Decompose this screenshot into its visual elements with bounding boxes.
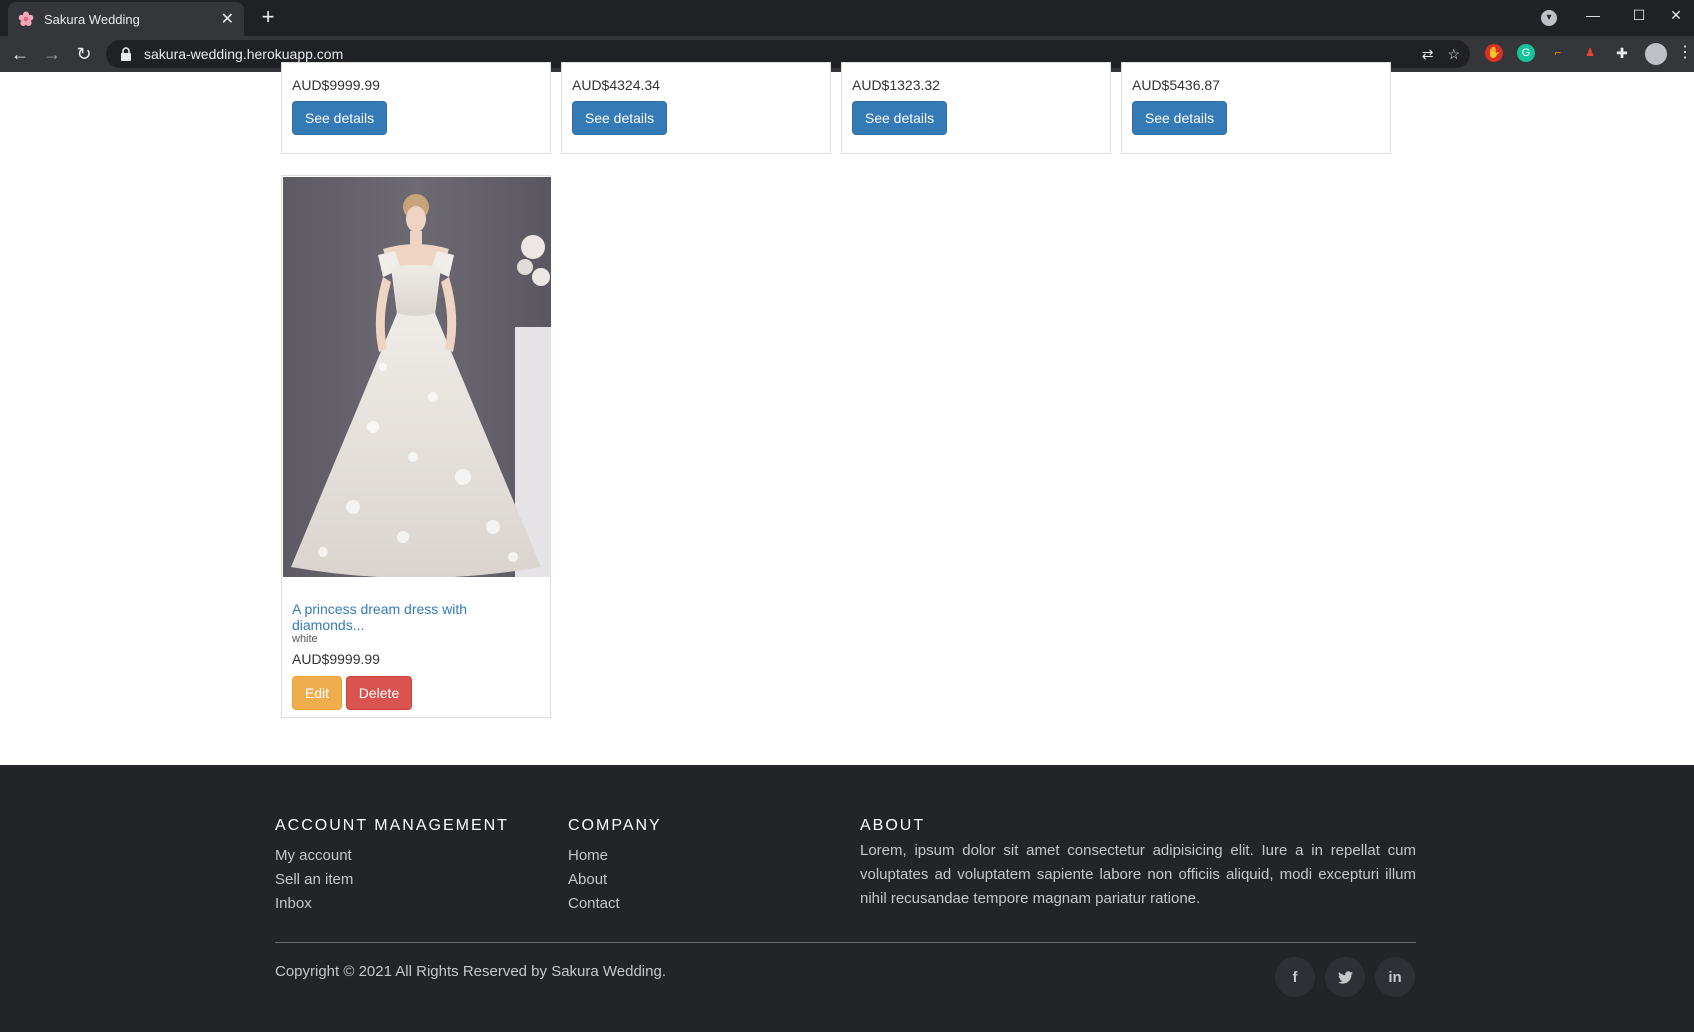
grammarly-extension-icon[interactable]: G (1517, 44, 1535, 62)
extensions-puzzle-icon[interactable]: ✚ (1613, 44, 1631, 62)
url-text: sakura-wedding.herokuapp.com (144, 46, 344, 62)
product-price: AUD$1323.32 (852, 77, 940, 93)
window-close-icon[interactable]: ✕ (1658, 0, 1694, 30)
product-card: AUD$9999.99 See details (281, 62, 551, 154)
edit-button[interactable]: Edit (292, 676, 342, 710)
browser-tab-bar: Sakura Wedding ✕ + ▾ — ☐ ✕ (0, 0, 1694, 36)
product-price: AUD$9999.99 (292, 651, 380, 667)
product-card: AUD$5436.87 See details (1121, 62, 1391, 154)
home-link[interactable]: Home (568, 847, 608, 864)
linkedin-icon[interactable]: in (1375, 957, 1415, 997)
contact-link[interactable]: Contact (568, 895, 620, 912)
see-details-button[interactable]: See details (1132, 101, 1227, 135)
tab-close-icon[interactable]: ✕ (221, 9, 234, 29)
about-text: Lorem, ipsum dolor sit amet consectetur … (860, 842, 1416, 907)
about-link[interactable]: About (568, 871, 607, 888)
sell-item-link[interactable]: Sell an item (275, 871, 353, 888)
product-price: AUD$4324.34 (572, 77, 660, 93)
product-card-featured: A princess dream dress with diamonds... … (281, 175, 551, 718)
product-image[interactable] (283, 177, 551, 577)
tab-title: Sakura Wedding (44, 11, 140, 27)
browser-menu-icon[interactable]: ⋮ (1676, 44, 1694, 62)
product-color: white (292, 633, 318, 645)
product-price: AUD$9999.99 (292, 77, 380, 93)
translate-icon[interactable]: ⇄ (1422, 46, 1434, 63)
extension-figure-icon[interactable]: ♟ (1581, 44, 1599, 62)
product-card: AUD$4324.34 See details (561, 62, 831, 154)
profile-avatar[interactable] (1645, 43, 1667, 65)
back-icon[interactable]: ← (8, 42, 32, 66)
site-footer: ACCOUNT MANAGEMENT My account Sell an it… (0, 765, 1694, 1032)
delete-button[interactable]: Delete (346, 676, 412, 710)
page-content: AUD$9999.99 See details AUD$4324.34 See … (0, 62, 1694, 1032)
about-heading: ABOUT (860, 817, 926, 834)
forward-icon[interactable]: → (40, 42, 64, 66)
reload-icon[interactable]: ↻ (72, 42, 96, 66)
bookmark-star-icon[interactable]: ☆ (1447, 46, 1460, 63)
tab-search-icon[interactable]: ▾ (1541, 10, 1557, 26)
copyright-text: Copyright © 2021 All Rights Reserved by … (275, 963, 666, 980)
extension-icon[interactable]: ⌐ (1549, 44, 1567, 62)
adblock-extension-icon[interactable]: ✋ (1485, 44, 1503, 62)
browser-tab[interactable]: Sakura Wedding ✕ (8, 2, 244, 36)
wedding-dress-image (283, 177, 551, 577)
product-price: AUD$5436.87 (1132, 77, 1220, 93)
new-tab-icon[interactable]: + (256, 6, 280, 30)
account-management-heading: ACCOUNT MANAGEMENT (275, 817, 509, 834)
see-details-button[interactable]: See details (292, 101, 387, 135)
sakura-flower-icon (18, 11, 34, 26)
minimize-icon[interactable]: — (1570, 0, 1616, 30)
product-card: AUD$1323.32 See details (841, 62, 1111, 154)
product-title-link[interactable]: A princess dream dress with diamonds... (292, 601, 522, 633)
see-details-button[interactable]: See details (852, 101, 947, 135)
twitter-icon[interactable] (1325, 957, 1365, 997)
twitter-bird-icon (1337, 970, 1353, 984)
company-heading: COMPANY (568, 817, 662, 834)
inbox-link[interactable]: Inbox (275, 895, 312, 912)
lock-icon (121, 47, 131, 61)
maximize-icon[interactable]: ☐ (1616, 0, 1662, 30)
see-details-button[interactable]: See details (572, 101, 667, 135)
my-account-link[interactable]: My account (275, 847, 352, 864)
footer-divider (275, 942, 1416, 943)
facebook-icon[interactable]: f (1275, 957, 1315, 997)
